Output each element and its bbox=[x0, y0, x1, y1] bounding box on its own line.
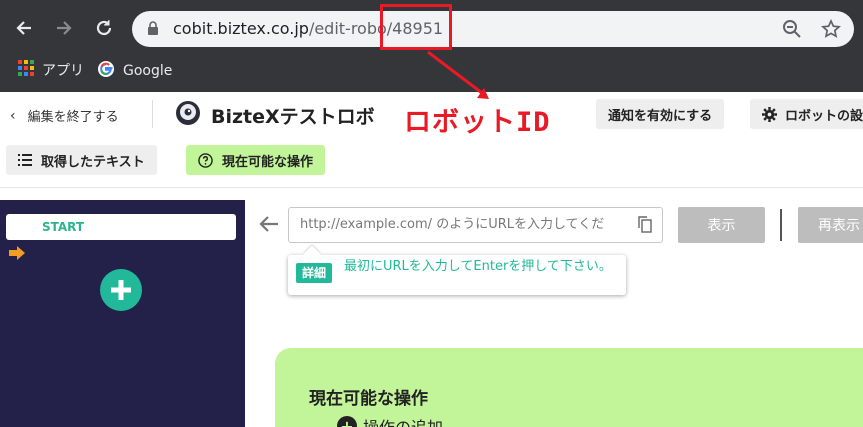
back-icon[interactable] bbox=[10, 14, 38, 42]
plus-circle-icon: + bbox=[337, 416, 357, 427]
url-path: /edit-robo bbox=[308, 19, 387, 38]
current-ops-card: 現在可能な操作 + 操作の追加 bbox=[275, 348, 863, 427]
copy-icon[interactable] bbox=[638, 216, 652, 237]
list-icon bbox=[18, 154, 32, 166]
card-title: 現在可能な操作 bbox=[309, 389, 428, 409]
chevron-left-icon: ‹ bbox=[10, 107, 16, 124]
bookmark-star-icon[interactable] bbox=[821, 18, 841, 43]
bookmark-google[interactable]: Google bbox=[97, 60, 172, 82]
robot-id-annotation: ロボットID bbox=[404, 107, 551, 138]
flow-panel: START bbox=[0, 200, 245, 427]
robot-avatar-icon bbox=[175, 100, 201, 130]
google-icon bbox=[97, 60, 115, 82]
current-ops-button[interactable]: 現在可能な操作 bbox=[186, 145, 326, 175]
robot-name: BizteXテストロボ bbox=[211, 105, 375, 128]
enable-notify-label: 通知を有効にする bbox=[608, 108, 713, 124]
exit-edit-label: 編集を終了する bbox=[27, 110, 119, 125]
address-bar[interactable]: cobit.biztex.co.jp/edit-robo/48951 bbox=[132, 11, 854, 47]
browser-panel: http://example.com/ のようにURLを入力してくだ 表示 再表… bbox=[245, 200, 863, 427]
robot-settings-button[interactable]: ロボットの設 bbox=[750, 99, 863, 129]
lock-icon bbox=[147, 21, 159, 40]
forward-icon[interactable] bbox=[50, 14, 78, 42]
apps-grid-icon bbox=[18, 60, 34, 80]
panel-back-icon[interactable] bbox=[258, 214, 280, 238]
bookmark-apps[interactable]: アプリ bbox=[18, 60, 84, 80]
show-button[interactable]: 表示 bbox=[678, 207, 765, 243]
enable-notify-button[interactable]: 通知を有効にする bbox=[596, 99, 725, 129]
reload-icon[interactable] bbox=[90, 14, 118, 42]
current-ops-label: 現在可能な操作 bbox=[222, 154, 314, 170]
detail-badge[interactable]: 詳細 bbox=[296, 263, 333, 283]
robot-id-highlight bbox=[380, 4, 452, 50]
add-operation-label: 操作の追加 bbox=[363, 414, 443, 427]
hint-tooltip: 詳細 最初にURLを入力してEnterを押して下さい。 bbox=[288, 255, 626, 295]
reshow-button[interactable]: 再表示 bbox=[798, 207, 863, 243]
plus-icon bbox=[111, 280, 131, 300]
acquired-text-button[interactable]: 取得したテキスト bbox=[6, 145, 157, 175]
robot-settings-label: ロボットの設 bbox=[785, 108, 863, 124]
divider bbox=[152, 100, 153, 128]
url-host: cobit.biztex.co.jp bbox=[173, 19, 309, 38]
start-node[interactable]: START bbox=[6, 214, 236, 240]
tooltip-text: 最初にURLを入力してEnterを押して下さい。 bbox=[344, 259, 612, 274]
url-input[interactable]: http://example.com/ のようにURLを入力してくだ bbox=[288, 207, 663, 243]
acquired-text-label: 取得したテキスト bbox=[41, 154, 145, 170]
bookmarks-bar: アプリ Google bbox=[0, 52, 863, 88]
help-circle-icon bbox=[198, 152, 213, 168]
zoom-icon[interactable] bbox=[782, 19, 802, 43]
robot-title: BizteXテストロボ bbox=[175, 100, 375, 130]
add-operation-item[interactable]: + 操作の追加 bbox=[337, 414, 443, 427]
start-label: START bbox=[42, 220, 85, 234]
divider bbox=[780, 209, 782, 241]
bookmark-label: アプリ bbox=[42, 63, 84, 79]
current-step-arrow-icon bbox=[9, 245, 25, 264]
gear-icon bbox=[762, 106, 777, 122]
exit-edit-button[interactable]: ‹ 編集を終了する bbox=[10, 106, 119, 126]
add-step-button[interactable] bbox=[100, 269, 142, 311]
bookmark-label: Google bbox=[123, 63, 173, 79]
